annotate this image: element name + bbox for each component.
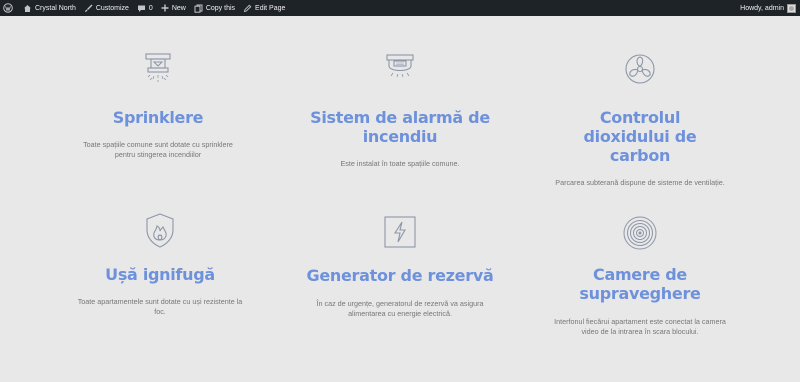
pencil-icon xyxy=(243,4,252,12)
fire-shield-icon xyxy=(146,213,174,248)
feature-title: Sprinklere xyxy=(112,108,204,127)
greeting-label: Howdy, admin xyxy=(740,4,784,12)
feature-title: Generator de rezervă xyxy=(306,266,494,285)
customize-label: Customize xyxy=(95,4,129,12)
home-icon xyxy=(24,4,31,12)
site-name-menu[interactable]: Crystal North xyxy=(19,0,80,16)
feature-description: Toate apartamentele sunt dotate cu uși r… xyxy=(77,297,243,316)
brush-icon xyxy=(84,4,93,12)
feature-description: Este instalat în toate spațiile comune. xyxy=(340,159,460,168)
edit-page-label: Edit Page xyxy=(255,4,286,12)
copy-label: Copy this xyxy=(205,4,236,12)
feature-title: Controlul dioxidului de carbon xyxy=(583,108,697,165)
smoke-alarm-icon xyxy=(386,54,414,78)
features-grid: Sprinklere Toate spațiile comune sunt do… xyxy=(0,16,800,382)
feature-title: Ușă ignifugă xyxy=(105,265,215,284)
camera-icon xyxy=(623,216,657,250)
new-label: New xyxy=(171,4,186,12)
feature-card-fire-alarm: Sistem de alarmă de incendiu Este instal… xyxy=(300,52,500,169)
edit-page-link[interactable]: Edit Page xyxy=(239,0,289,16)
site-name-label: Crystal North xyxy=(35,4,76,12)
feature-card-co2-control: Controlul dioxidului de carbon Parcarea … xyxy=(540,52,740,188)
new-content-menu[interactable]: New xyxy=(157,0,190,16)
comments-count: 0 xyxy=(148,4,153,12)
copy-icon xyxy=(194,4,203,13)
feature-description: Toate spațiile comune sunt dotate cu spr… xyxy=(83,140,233,159)
feature-card-fire-door: Ușă ignifugă Toate apartamentele sunt do… xyxy=(60,212,260,317)
feature-title: Sistem de alarmă de incendiu xyxy=(310,108,490,146)
feature-card-sprinklers: Sprinklere Toate spațiile comune sunt do… xyxy=(58,52,258,160)
feature-description: Parcarea subterană dispune de sisteme de… xyxy=(555,178,725,187)
customize-link[interactable]: Customize xyxy=(80,0,133,16)
account-menu[interactable]: Howdy, admin xyxy=(736,0,800,16)
admin-bar: Crystal North Customize 0 New Copy this … xyxy=(0,0,800,16)
wordpress-logo-icon[interactable] xyxy=(0,0,19,16)
feature-title: Camere de supraveghere xyxy=(579,265,701,303)
copy-this-link[interactable]: Copy this xyxy=(190,0,239,16)
comment-icon xyxy=(137,5,145,12)
avatar xyxy=(787,3,796,13)
feature-card-surveillance: Camere de supraveghere Interfonul fiecăr… xyxy=(540,215,740,337)
sprinkler-icon xyxy=(145,53,171,82)
comments-link[interactable]: 0 xyxy=(133,0,157,16)
feature-description: În caz de urgențe, generatorul de rezerv… xyxy=(316,299,484,318)
feature-description: Interfonul fiecărui apartament este cone… xyxy=(554,317,726,336)
fan-icon xyxy=(625,54,655,84)
lightning-icon xyxy=(384,216,416,248)
feature-card-backup-generator: Generator de rezervă În caz de urgențe, … xyxy=(300,215,500,319)
plus-icon xyxy=(161,4,169,12)
